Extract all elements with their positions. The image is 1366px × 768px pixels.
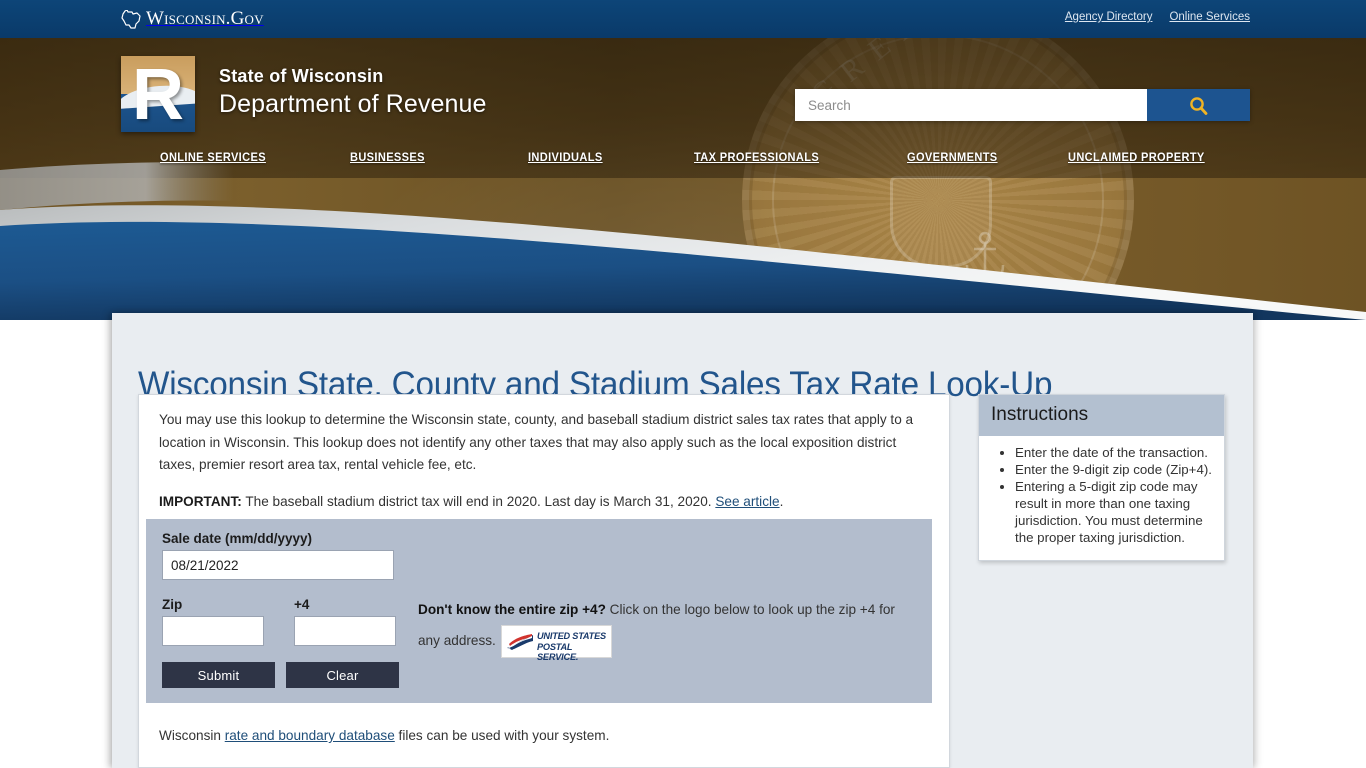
topbar-links: Agency Directory Online Services bbox=[1065, 11, 1250, 23]
wisconsin-gov-brand-text: Wisconsin.Gov bbox=[146, 8, 264, 29]
nav-item-tax-professionals[interactable]: TAX PROFESSIONALS bbox=[694, 150, 819, 164]
zip-help-bold: Don't know the entire zip +4? bbox=[418, 602, 606, 617]
search-icon bbox=[1190, 96, 1208, 115]
usps-logo-text: UNITED STATES POSTAL SERVICE. bbox=[537, 631, 611, 663]
search-input[interactable] bbox=[795, 89, 1147, 121]
list-item: Enter the date of the transaction. bbox=[1015, 444, 1214, 461]
zip-help-text: Don't know the entire zip +4? Click on t… bbox=[418, 595, 913, 662]
usps-logo-link[interactable]: UNITED STATES POSTAL SERVICE. bbox=[500, 625, 612, 662]
wisconsin-gov-logo[interactable]: Wisconsin.Gov bbox=[121, 7, 264, 31]
site-banner: G R E A T bbox=[0, 38, 1366, 320]
instructions-panel: Instructions Enter the date of the trans… bbox=[978, 394, 1225, 561]
sale-date-input[interactable] bbox=[162, 550, 394, 580]
nav-item-online-services[interactable]: ONLINE SERVICES bbox=[160, 150, 266, 164]
wisconsin-gov-bar: Wisconsin.Gov Agency Directory Online Se… bbox=[0, 0, 1366, 38]
list-item: Entering a 5-digit zip code may result i… bbox=[1015, 478, 1214, 546]
footer-note-suffix: files can be used with your system. bbox=[394, 728, 610, 743]
plus4-field-group: +4 bbox=[294, 597, 396, 646]
sale-date-label: Sale date (mm/dd/yyyy) bbox=[162, 531, 313, 546]
plus4-input[interactable] bbox=[294, 616, 396, 646]
important-label: IMPORTANT: bbox=[159, 493, 242, 509]
main-navigation: ONLINE SERVICES BUSINESSES INDIVIDUALS T… bbox=[0, 138, 1366, 178]
important-text: The baseball stadium district tax will e… bbox=[241, 493, 716, 509]
submit-button[interactable]: Submit bbox=[162, 662, 275, 688]
rate-boundary-database-link[interactable]: rate and boundary database bbox=[225, 728, 395, 743]
footer-note: Wisconsin rate and boundary database fil… bbox=[159, 728, 609, 743]
see-article-link[interactable]: See article bbox=[715, 494, 779, 509]
plus4-label: +4 bbox=[294, 597, 310, 612]
zip-label: Zip bbox=[162, 597, 183, 612]
nav-item-businesses[interactable]: BUSINESSES bbox=[350, 150, 425, 164]
masthead-line-2: Department of Revenue bbox=[219, 90, 487, 118]
banner-swoosh bbox=[0, 162, 1366, 320]
nav-item-individuals[interactable]: INDIVIDUALS bbox=[528, 150, 603, 164]
wisconsin-state-outline-icon bbox=[121, 9, 141, 29]
online-services-link[interactable]: Online Services bbox=[1169, 11, 1250, 23]
footer-note-prefix: Wisconsin bbox=[159, 728, 225, 743]
search-button[interactable] bbox=[1147, 89, 1250, 121]
clear-button[interactable]: Clear bbox=[286, 662, 399, 688]
masthead-title: State of Wisconsin Department of Revenue bbox=[219, 64, 487, 120]
usps-eagle-icon bbox=[505, 632, 534, 652]
form-buttons: Submit Clear bbox=[162, 662, 916, 688]
zip-field-group: Zip bbox=[162, 597, 264, 646]
site-search bbox=[795, 89, 1250, 121]
lookup-card: You may use this lookup to determine the… bbox=[138, 394, 950, 768]
instructions-body: Enter the date of the transaction. Enter… bbox=[979, 436, 1224, 560]
important-period: . bbox=[779, 493, 784, 509]
instructions-list: Enter the date of the transaction. Enter… bbox=[989, 444, 1214, 546]
list-item: Enter the 9-digit zip code (Zip+4). bbox=[1015, 461, 1214, 478]
usps-line-2: POSTAL SERVICE. bbox=[536, 641, 579, 663]
masthead-line-1: State of Wisconsin bbox=[219, 66, 384, 86]
dor-logo-letter: R bbox=[132, 56, 184, 132]
instructions-heading: Instructions bbox=[979, 395, 1224, 436]
content-panel: Wisconsin State, County and Stadium Sale… bbox=[112, 313, 1253, 768]
zip-input[interactable] bbox=[162, 616, 264, 646]
agency-directory-link[interactable]: Agency Directory bbox=[1065, 11, 1153, 23]
nav-item-governments[interactable]: GOVERNMENTS bbox=[907, 150, 998, 164]
important-paragraph: IMPORTANT: The baseball stadium district… bbox=[159, 491, 931, 514]
dor-logo[interactable]: R bbox=[121, 56, 195, 132]
intro-paragraph: You may use this lookup to determine the… bbox=[159, 412, 914, 472]
lookup-form: Sale date (mm/dd/yyyy) Zip +4 Submit Cle… bbox=[146, 519, 932, 703]
nav-item-unclaimed-property[interactable]: UNCLAIMED PROPERTY bbox=[1068, 150, 1205, 164]
usps-line-1: UNITED STATES bbox=[536, 631, 606, 641]
